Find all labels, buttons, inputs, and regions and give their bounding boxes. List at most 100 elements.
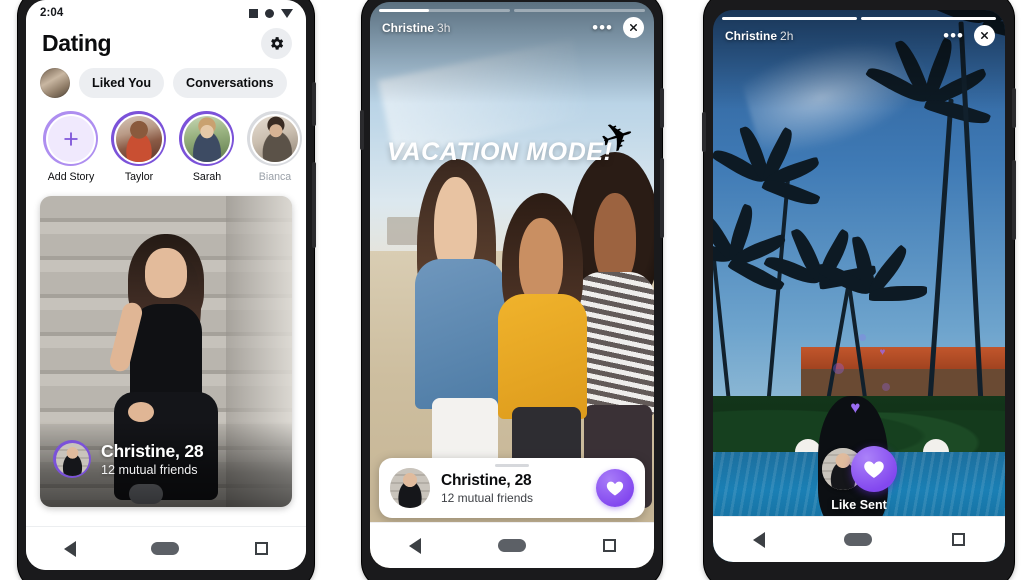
- figure-knee: [127, 402, 154, 422]
- avatar[interactable]: [40, 68, 70, 98]
- power-button[interactable]: [660, 158, 664, 238]
- progress-segment: [861, 17, 996, 20]
- close-icon: [981, 32, 988, 39]
- progress-segment: [722, 17, 857, 20]
- story-thumbnail: [251, 115, 298, 162]
- story-taylor[interactable]: Taylor: [111, 111, 167, 183]
- story-ring-add: [43, 111, 98, 166]
- status-bar: 2:04: [26, 0, 306, 26]
- profile-mutual-friends: 12 mutual friends: [441, 490, 534, 505]
- recents-icon[interactable]: [952, 533, 966, 546]
- like-sent-label: Like Sent: [831, 498, 887, 513]
- screenshot-stage: 2:04 Dating Liked You Conversations Add …: [0, 0, 1024, 580]
- app-header: Dating: [26, 26, 306, 59]
- story-thumbnail: [183, 115, 230, 162]
- volume-button[interactable]: [360, 110, 364, 150]
- figure-head: [145, 248, 187, 298]
- story-ring-unseen: [111, 111, 166, 166]
- story-progress-bar: [379, 9, 645, 12]
- chip-liked-you[interactable]: Liked You: [79, 68, 165, 98]
- volume-button[interactable]: [1012, 88, 1016, 128]
- story-profile-bar[interactable]: Christine, 28 12 mutual friends: [379, 458, 645, 518]
- volume-button[interactable]: [702, 112, 706, 152]
- story-header: Christine 3h •••: [382, 17, 644, 38]
- like-button[interactable]: [596, 469, 634, 507]
- phone2-screen: VACATION MODE! ✈ Christine 3h ••• Christ…: [370, 2, 654, 568]
- profile-avatar[interactable]: [53, 440, 91, 478]
- android-nav-bar: [370, 522, 654, 568]
- profile-name: Christine, 28: [441, 471, 532, 489]
- heart-icon: [863, 461, 884, 479]
- power-button[interactable]: [312, 162, 316, 248]
- home-icon[interactable]: [844, 533, 873, 546]
- status-icons: [249, 8, 293, 18]
- story-ring-unseen: [179, 111, 234, 166]
- story-label: Add Story: [47, 171, 95, 183]
- recents-icon[interactable]: [255, 542, 269, 555]
- triangle-down-icon: [281, 8, 293, 18]
- story-label: Bianca: [258, 171, 292, 183]
- story-timestamp: 2h: [780, 28, 794, 43]
- story-progress-bar: [722, 17, 996, 20]
- back-icon[interactable]: [63, 540, 76, 557]
- story-label: Taylor: [124, 171, 154, 183]
- square-icon: [249, 8, 258, 18]
- profile-name: Christine, 28: [101, 441, 204, 461]
- like-sent-indicator: Like Sent: [713, 446, 1005, 512]
- recents-icon[interactable]: [602, 539, 616, 552]
- story-author-name: Christine: [725, 28, 778, 43]
- heart-icon: ♥: [850, 398, 861, 418]
- story-sarah[interactable]: Sarah: [179, 111, 235, 183]
- android-nav-bar: [713, 516, 1005, 562]
- phone-device-3: Christine 2h ••• ♥ ♥ Like Sent: [702, 0, 1016, 580]
- phone3-screen: Christine 2h ••• ♥ ♥ Like Sent: [713, 10, 1005, 562]
- profile-card-label: Christine, 28 12 mutual friends: [40, 421, 292, 507]
- home-icon[interactable]: [151, 542, 180, 555]
- power-button[interactable]: [1012, 160, 1016, 240]
- story-author-name: Christine: [382, 20, 435, 35]
- avatar[interactable]: [390, 468, 430, 508]
- volume-button[interactable]: [660, 88, 664, 128]
- story-thumbnail: [115, 115, 162, 162]
- heart-icon: ♥: [879, 346, 886, 358]
- story-add[interactable]: Add Story: [43, 111, 99, 183]
- filter-chip-row: Liked You Conversations: [26, 59, 306, 98]
- close-button[interactable]: [974, 25, 995, 46]
- settings-button[interactable]: [261, 28, 292, 59]
- drag-handle[interactable]: [495, 464, 529, 467]
- story-ring-seen: [247, 111, 302, 166]
- story-profile-text: Christine, 28 12 mutual friends: [441, 472, 585, 505]
- phone1-screen: 2:04 Dating Liked You Conversations Add …: [26, 0, 306, 570]
- person-center: [494, 181, 595, 507]
- profile-card-text: Christine, 28 12 mutual friends: [101, 441, 204, 477]
- phone-device-1: 2:04 Dating Liked You Conversations Add …: [18, 0, 316, 580]
- close-button[interactable]: [623, 17, 644, 38]
- chip-conversations[interactable]: Conversations: [173, 68, 287, 98]
- story-header: Christine 2h •••: [725, 25, 995, 46]
- story-author: Christine 2h: [725, 29, 793, 43]
- home-icon[interactable]: [497, 539, 526, 552]
- story-bianca[interactable]: Bianca: [247, 111, 303, 183]
- phone-device-2: VACATION MODE! ✈ Christine 3h ••• Christ…: [360, 0, 664, 580]
- palm-tree: [913, 10, 1005, 452]
- story-viewer[interactable]: VACATION MODE! ✈ Christine 3h ••• Christ…: [370, 2, 654, 568]
- progress-segment: [514, 9, 645, 12]
- page-title: Dating: [42, 30, 112, 56]
- plus-icon: [47, 115, 94, 162]
- story-timestamp: 3h: [437, 20, 451, 35]
- more-icon[interactable]: •••: [943, 27, 964, 44]
- story-author: Christine 3h: [382, 21, 450, 35]
- more-icon[interactable]: •••: [592, 19, 613, 36]
- volume-button[interactable]: [312, 82, 316, 126]
- profile-card[interactable]: Christine, 28 12 mutual friends: [40, 196, 292, 507]
- status-clock: 2:04: [40, 7, 64, 19]
- back-icon[interactable]: [752, 531, 765, 548]
- like-button[interactable]: [850, 446, 897, 493]
- close-icon: [630, 24, 637, 31]
- progress-segment: [379, 9, 510, 12]
- story-label: Sarah: [192, 171, 222, 183]
- android-nav-bar: [26, 526, 306, 570]
- story-viewer[interactable]: Christine 2h ••• ♥ ♥ Like Sent: [713, 10, 1005, 562]
- story-row[interactable]: Add Story Taylor Sarah Bianca: [26, 98, 306, 183]
- back-icon[interactable]: [408, 537, 421, 554]
